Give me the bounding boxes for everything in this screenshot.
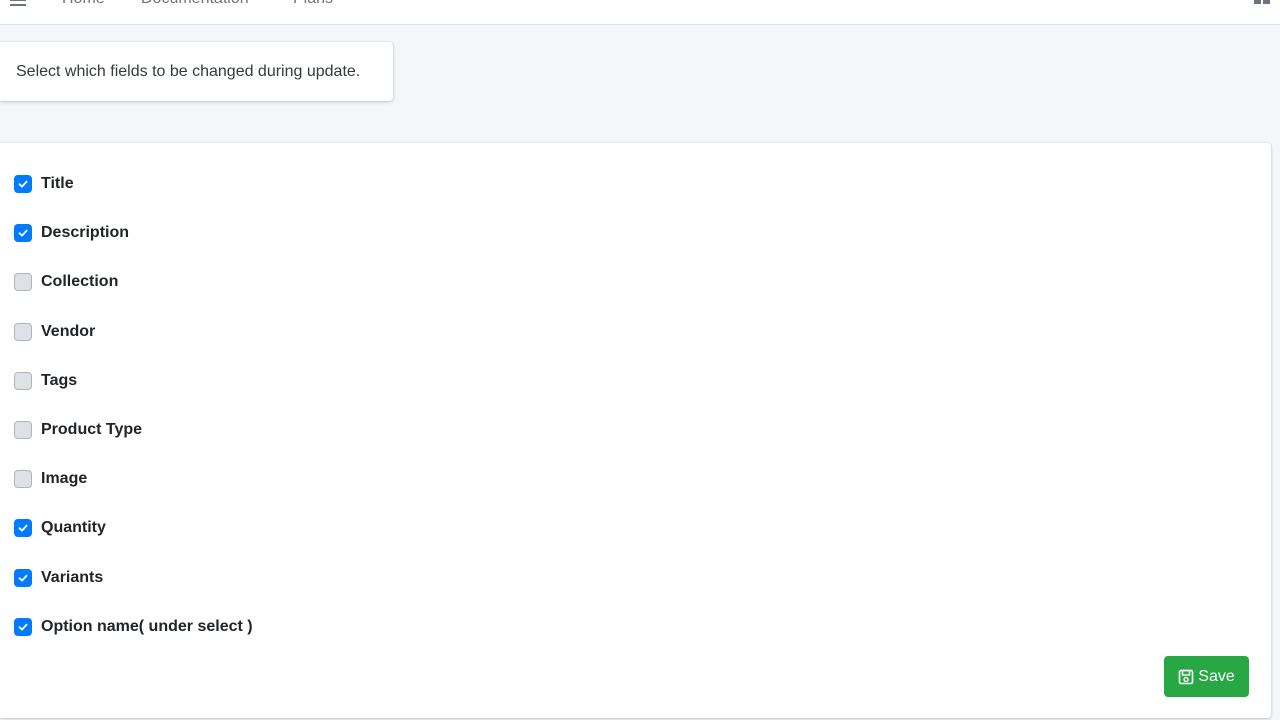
field-label: Product Type bbox=[41, 421, 143, 438]
field-label: Tags bbox=[41, 372, 78, 389]
field-label: Image bbox=[41, 470, 88, 487]
field-checkbox[interactable] bbox=[14, 372, 32, 390]
check-icon bbox=[18, 623, 28, 631]
save-icon bbox=[1178, 669, 1194, 685]
info-callout: Select which fields to be changed during… bbox=[0, 42, 393, 101]
save-button[interactable]: Save bbox=[1164, 656, 1249, 697]
field-row[interactable]: Option name( under select ) bbox=[14, 617, 253, 637]
field-checkbox[interactable] bbox=[14, 569, 32, 587]
hamburger-menu-icon[interactable] bbox=[10, 0, 26, 6]
field-checkbox[interactable] bbox=[14, 224, 32, 242]
field-row[interactable]: Product Type bbox=[14, 420, 142, 440]
field-row[interactable]: Variants bbox=[14, 568, 103, 588]
field-checkbox[interactable] bbox=[14, 175, 32, 193]
check-icon bbox=[18, 229, 28, 237]
nav-link-plans[interactable]: Plans bbox=[293, 0, 333, 8]
field-checkbox[interactable] bbox=[14, 618, 32, 636]
nav-link-documentation[interactable]: Documentation bbox=[141, 0, 249, 8]
field-label: Quantity bbox=[41, 519, 106, 536]
check-icon bbox=[18, 524, 28, 532]
field-label: Collection bbox=[41, 273, 119, 290]
field-checkbox[interactable] bbox=[14, 273, 32, 291]
field-label: Variants bbox=[41, 569, 104, 586]
field-checkbox[interactable] bbox=[14, 323, 32, 341]
field-label: Description bbox=[41, 224, 130, 241]
check-icon bbox=[18, 574, 28, 582]
top-navbar: Home Documentation Plans bbox=[0, 0, 1280, 25]
check-icon bbox=[18, 180, 28, 188]
info-text: Select which fields to be changed during… bbox=[16, 63, 361, 80]
field-row[interactable]: Image bbox=[14, 469, 87, 489]
field-label: Vendor bbox=[41, 323, 96, 340]
save-button-label: Save bbox=[1198, 667, 1235, 685]
field-row[interactable]: Collection bbox=[14, 272, 118, 292]
field-checkbox[interactable] bbox=[14, 519, 32, 537]
field-row[interactable]: Vendor bbox=[14, 322, 95, 342]
nav-link-home[interactable]: Home bbox=[62, 0, 105, 8]
field-row[interactable]: Title bbox=[14, 174, 74, 194]
field-label: Title bbox=[41, 175, 74, 192]
field-checkbox[interactable] bbox=[14, 421, 32, 439]
field-row[interactable]: Tags bbox=[14, 371, 77, 391]
field-label: Option name( under select ) bbox=[41, 618, 253, 635]
apps-grid-icon[interactable] bbox=[1254, 0, 1270, 4]
field-row[interactable]: Quantity bbox=[14, 518, 106, 538]
field-checkbox[interactable] bbox=[14, 470, 32, 488]
field-row[interactable]: Description bbox=[14, 223, 129, 243]
